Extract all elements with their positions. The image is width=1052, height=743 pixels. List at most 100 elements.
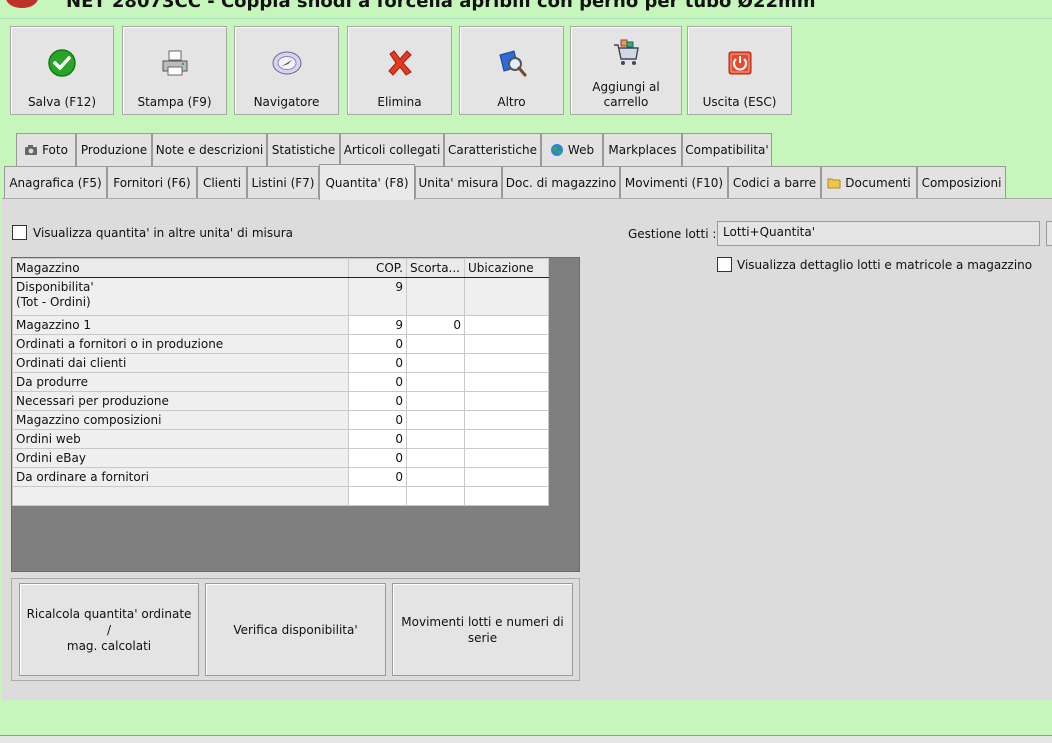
tab-produzione[interactable]: Produzione: [76, 133, 152, 166]
delete-button[interactable]: Elimina: [347, 26, 452, 115]
table-row[interactable]: Ordini web 0: [12, 429, 549, 449]
show-other-units-option[interactable]: Visualizza quantita' in altre unita' di …: [12, 225, 293, 240]
tab-unita-label: Unita' misura: [418, 176, 499, 190]
lot-management-dropdown-edge[interactable]: [1046, 221, 1052, 246]
tab-codici-barre[interactable]: Codici a barre: [728, 166, 821, 199]
ubicazione-cell[interactable]: [464, 410, 549, 430]
tab-anagrafica[interactable]: Anagrafica (F5): [4, 166, 107, 199]
tab-note-descrizioni[interactable]: Note e descrizioni: [152, 133, 267, 166]
scorta-cell[interactable]: [406, 410, 465, 430]
title-separator: [0, 18, 1052, 19]
tab-statistiche[interactable]: Statistiche: [267, 133, 340, 166]
row-name-cell[interactable]: Disponibilita' (Tot - Ordini): [12, 277, 349, 316]
ubicazione-cell[interactable]: [464, 315, 549, 335]
column-header-cop[interactable]: COP.: [348, 258, 407, 278]
cop-cell[interactable]: 0: [348, 410, 407, 430]
table-row[interactable]: [12, 486, 549, 506]
column-header-ubicazione[interactable]: Ubicazione: [464, 258, 549, 278]
lot-management-label: Gestione lotti :: [628, 227, 717, 241]
row-name-cell[interactable]: Necessari per produzione: [12, 391, 349, 411]
tab-unita-misura[interactable]: Unita' misura: [415, 166, 502, 199]
row-name-cell[interactable]: Magazzino composizioni: [12, 410, 349, 430]
tab-markplaces[interactable]: Markplaces: [603, 133, 682, 166]
navigator-button[interactable]: Navigatore: [234, 26, 339, 115]
table-row[interactable]: Da produrre 0: [12, 372, 549, 392]
row-name-cell[interactable]: Ordini web: [12, 429, 349, 449]
show-other-units-checkbox[interactable]: [12, 225, 27, 240]
table-row[interactable]: Da ordinare a fornitori 0: [12, 467, 549, 487]
ubicazione-cell[interactable]: [464, 334, 549, 354]
table-row[interactable]: Ordini eBay 0: [12, 448, 549, 468]
tab-composizioni[interactable]: Composizioni: [917, 166, 1006, 199]
tab-quantita[interactable]: Quantita' (F8): [319, 164, 415, 200]
exit-button[interactable]: Uscita (ESC): [687, 26, 792, 115]
verify-availability-button[interactable]: Verifica disponibilita': [205, 583, 386, 676]
table-row[interactable]: Necessari per produzione 0: [12, 391, 549, 411]
ubicazione-cell[interactable]: [464, 486, 549, 506]
tab-compatibilita[interactable]: Compatibilita': [682, 133, 772, 166]
cop-cell[interactable]: 0: [348, 372, 407, 392]
column-header-magazzino[interactable]: Magazzino: [12, 258, 349, 278]
scorta-cell[interactable]: [406, 467, 465, 487]
cop-cell[interactable]: 0: [348, 448, 407, 468]
row-name-cell[interactable]: Ordinati a fornitori o in produzione: [12, 334, 349, 354]
row-name-cell[interactable]: Magazzino 1: [12, 315, 349, 335]
ubicazione-cell[interactable]: [464, 277, 549, 316]
row-name-cell[interactable]: Da ordinare a fornitori: [12, 467, 349, 487]
cop-cell[interactable]: 0: [348, 429, 407, 449]
more-button[interactable]: Altro: [459, 26, 564, 115]
table-row[interactable]: Ordinati dai clienti 0: [12, 353, 549, 373]
ubicazione-cell[interactable]: [464, 372, 549, 392]
ubicazione-cell[interactable]: [464, 353, 549, 373]
scorta-cell[interactable]: [406, 372, 465, 392]
scorta-cell[interactable]: [406, 486, 465, 506]
cop-cell[interactable]: 0: [348, 467, 407, 487]
row-name-cell[interactable]: Da produrre: [12, 372, 349, 392]
lot-management-select[interactable]: Lotti+Quantita': [717, 221, 1040, 246]
recalc-ordered-button[interactable]: Ricalcola quantita' ordinate / mag. calc…: [19, 583, 199, 676]
lot-movements-button[interactable]: Movimenti lotti e numeri di serie: [392, 583, 573, 676]
scorta-cell[interactable]: [406, 353, 465, 373]
tab-fornitori[interactable]: Fornitori (F6): [107, 166, 197, 199]
tab-movimenti[interactable]: Movimenti (F10): [620, 166, 728, 199]
table-row[interactable]: Disponibilita' (Tot - Ordini) 9: [12, 277, 549, 316]
table-row[interactable]: Magazzino 190: [12, 315, 549, 335]
scorta-cell[interactable]: [406, 334, 465, 354]
tab-articoli-collegati[interactable]: Articoli collegati: [340, 133, 444, 166]
scorta-cell[interactable]: [406, 448, 465, 468]
row-name-cell[interactable]: Ordinati dai clienti: [12, 353, 349, 373]
row-name-cell[interactable]: [12, 486, 349, 506]
tab-listini[interactable]: Listini (F7): [247, 166, 319, 199]
ubicazione-cell[interactable]: [464, 448, 549, 468]
scorta-cell[interactable]: [406, 429, 465, 449]
cop-cell[interactable]: 9: [348, 277, 407, 316]
ubicazione-cell[interactable]: [464, 429, 549, 449]
tab-doc-magazzino[interactable]: Doc. di magazzino: [502, 166, 620, 199]
cop-cell[interactable]: 0: [348, 353, 407, 373]
table-row[interactable]: Ordinati a fornitori o in produzione 0: [12, 334, 549, 354]
show-lot-detail-checkbox[interactable]: [717, 257, 732, 272]
tab-clienti[interactable]: Clienti: [197, 166, 247, 199]
save-button[interactable]: Salva (F12): [10, 26, 114, 115]
add-to-cart-button[interactable]: Aggiungi al carrello: [570, 26, 682, 115]
ubicazione-cell[interactable]: [464, 391, 549, 411]
ubicazione-cell[interactable]: [464, 467, 549, 487]
tab-caratteristiche[interactable]: Caratteristiche: [444, 133, 541, 166]
tab-web[interactable]: Web: [541, 133, 603, 166]
cop-cell[interactable]: [348, 486, 407, 506]
tab-composizioni-label: Composizioni: [921, 176, 1002, 190]
cop-cell[interactable]: 9: [348, 315, 407, 335]
tab-foto[interactable]: Foto: [16, 133, 76, 166]
column-header-scorta[interactable]: Scorta...: [406, 258, 465, 278]
cop-cell[interactable]: 0: [348, 334, 407, 354]
show-lot-detail-label: Visualizza dettaglio lotti e matricole a…: [737, 257, 1033, 272]
print-button[interactable]: Stampa (F9): [122, 26, 227, 115]
scorta-cell[interactable]: [406, 277, 465, 316]
row-name-cell[interactable]: Ordini eBay: [12, 448, 349, 468]
scorta-cell[interactable]: 0: [406, 315, 465, 335]
scorta-cell[interactable]: [406, 391, 465, 411]
table-row[interactable]: Magazzino composizioni 0: [12, 410, 549, 430]
show-lot-detail-option[interactable]: Visualizza dettaglio lotti e matricole a…: [717, 257, 1032, 272]
tab-documenti[interactable]: Documenti: [821, 166, 917, 199]
cop-cell[interactable]: 0: [348, 391, 407, 411]
